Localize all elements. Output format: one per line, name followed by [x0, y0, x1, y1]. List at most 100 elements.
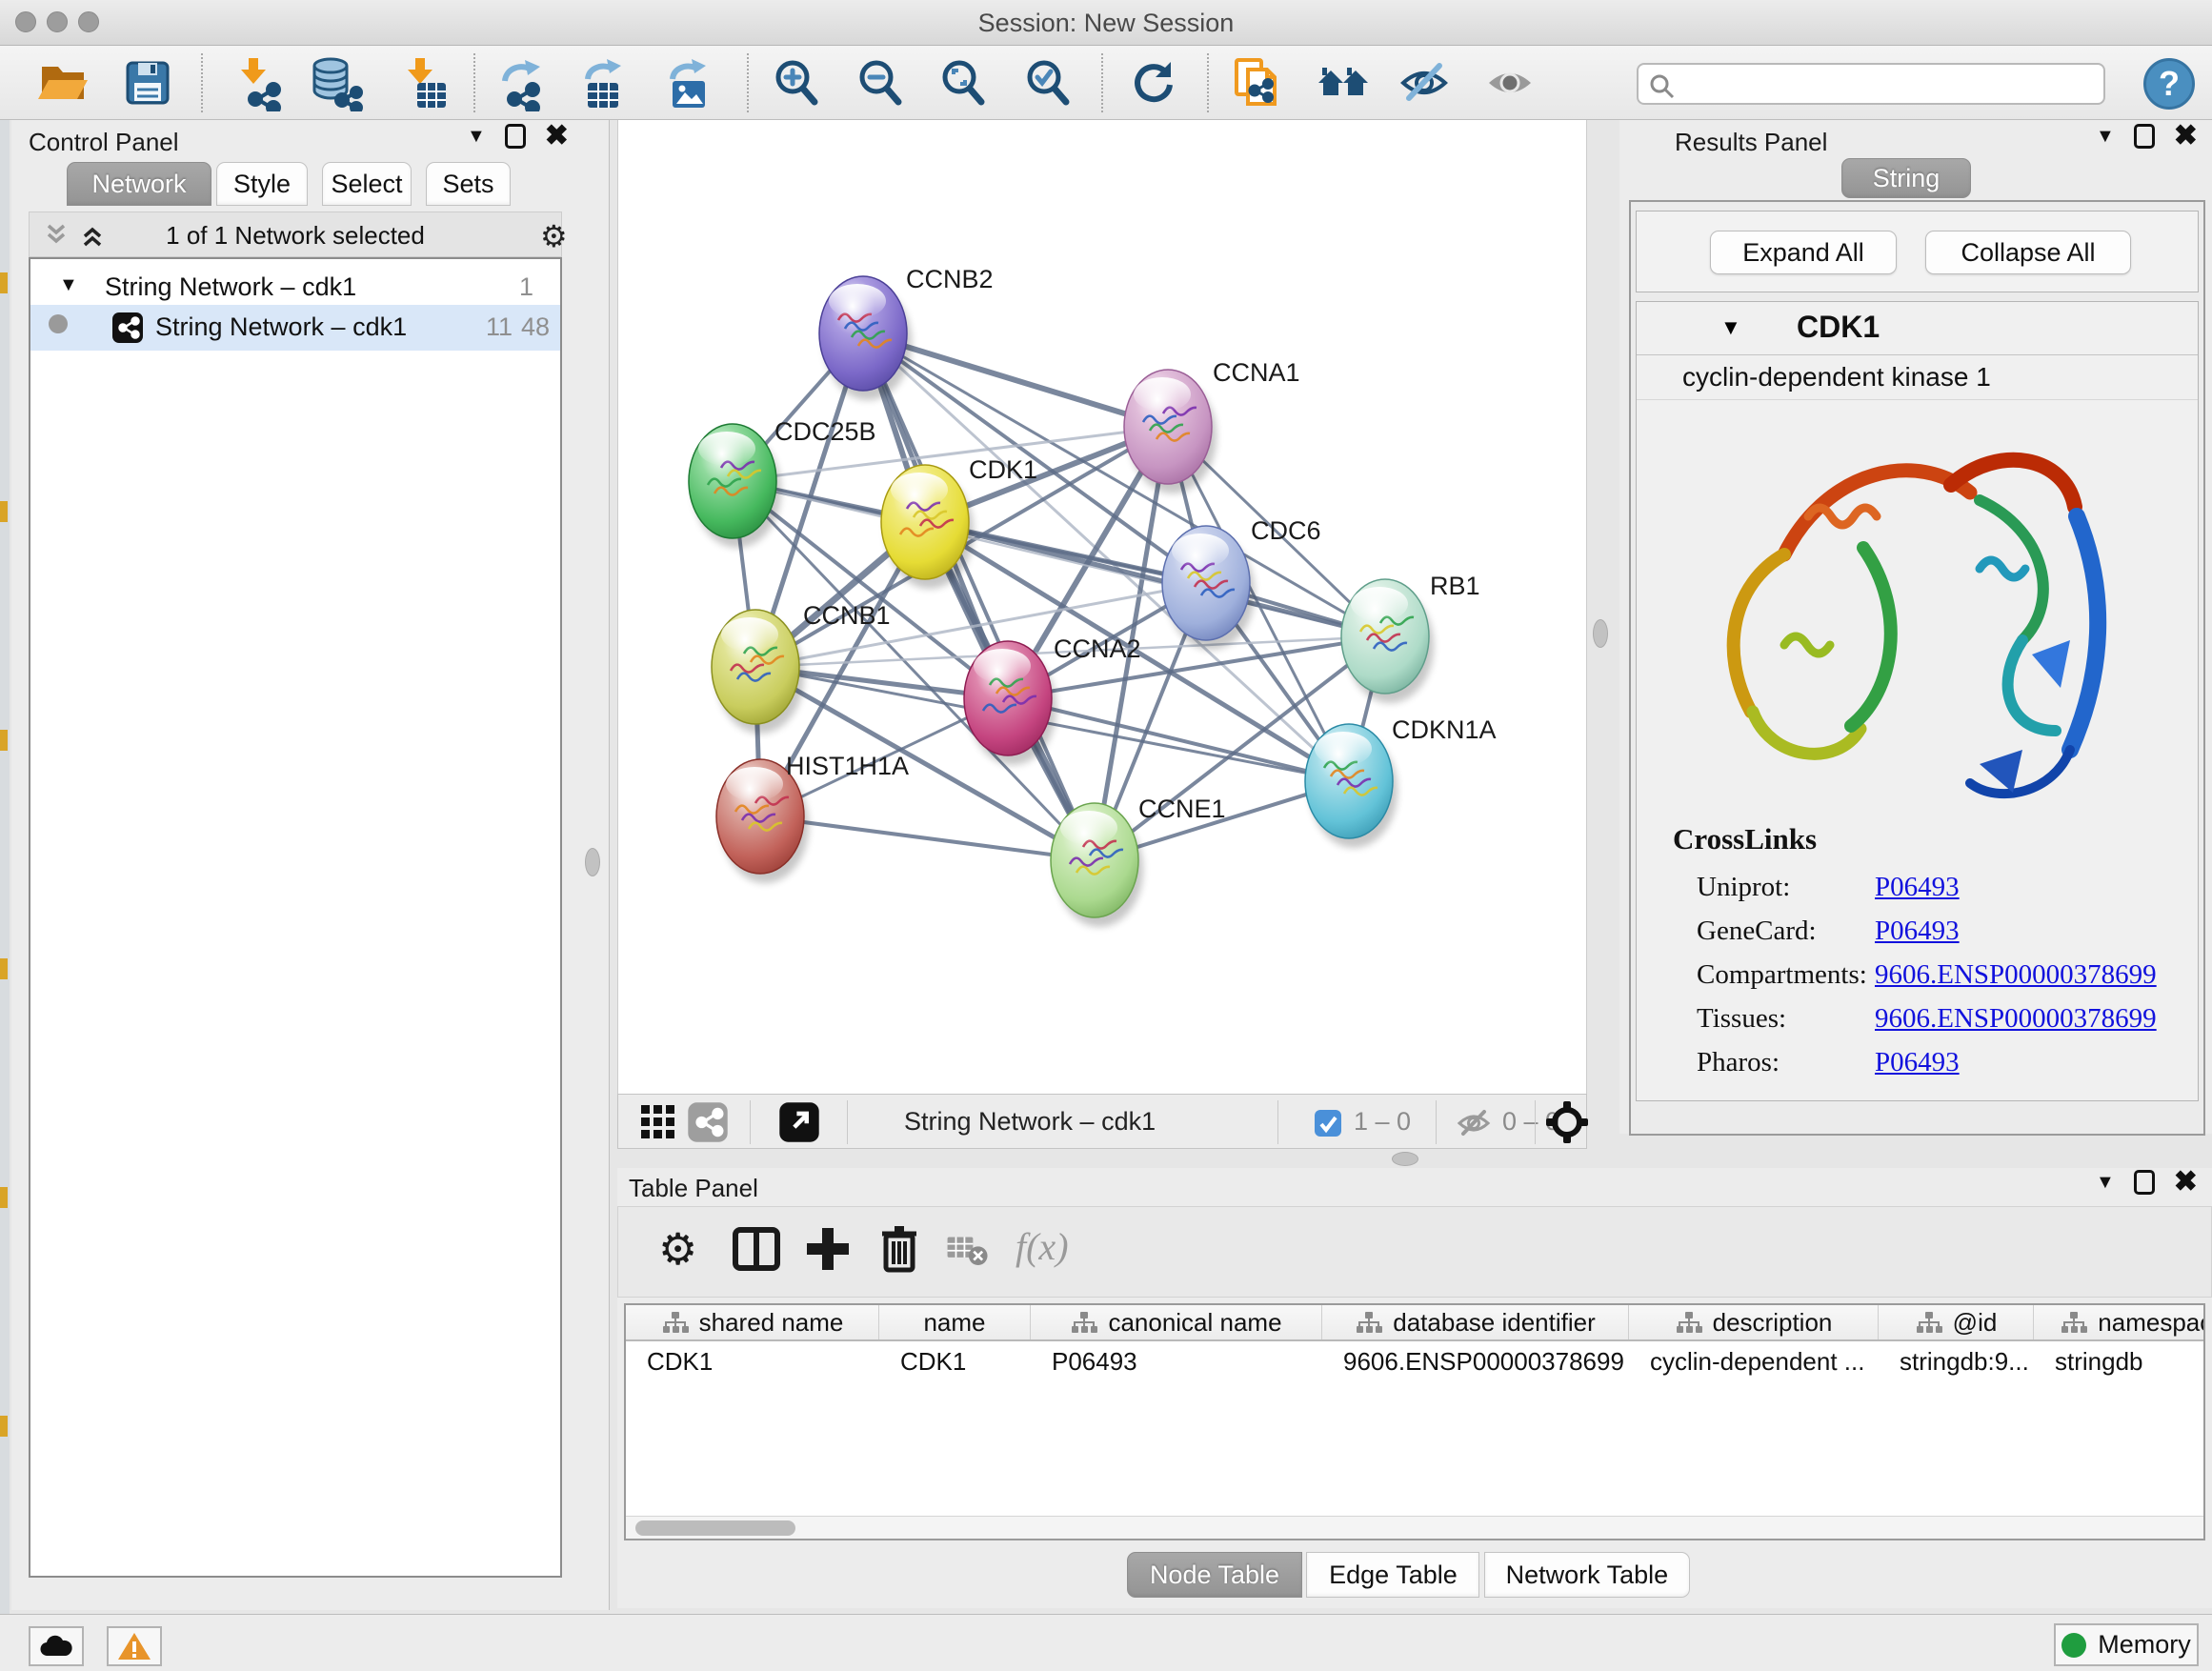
- scrollbar-thumb[interactable]: [635, 1520, 795, 1536]
- tab-network[interactable]: Network: [67, 162, 211, 206]
- show-columns-icon[interactable]: [730, 1222, 783, 1276]
- table-settings-gear-icon[interactable]: ⚙: [658, 1222, 712, 1276]
- warning-button[interactable]: [107, 1626, 162, 1666]
- collapse-panel-icon[interactable]: ▼: [2096, 126, 2115, 148]
- table-cell[interactable]: cyclin-dependent ...: [1629, 1347, 1879, 1391]
- tab-style[interactable]: Style: [216, 162, 308, 206]
- table-cell[interactable]: stringdb: [2034, 1347, 2205, 1391]
- column-header-canonical-name[interactable]: canonical name: [1031, 1305, 1322, 1339]
- search-input[interactable]: [1682, 67, 2092, 101]
- table-cell[interactable]: 9606.ENSP00000378699: [1322, 1347, 1629, 1391]
- tab-node-table[interactable]: Node Table: [1127, 1552, 1302, 1598]
- node-CCNE1[interactable]: CCNE1: [1051, 795, 1226, 927]
- float-panel-icon[interactable]: [2134, 1170, 2155, 1195]
- bottom-splitter-handle[interactable]: [1392, 1152, 1418, 1166]
- column-header-name[interactable]: name: [879, 1305, 1031, 1339]
- network-canvas[interactable]: CCNB2CCNA1CDC25BCDK1CDC6RB1CCNB1CCNA2CDK…: [617, 120, 1587, 1094]
- tab-edge-table[interactable]: Edge Table: [1306, 1552, 1479, 1598]
- save-session-icon[interactable]: [119, 54, 176, 111]
- collapse-panel-icon[interactable]: ▼: [2096, 1172, 2115, 1194]
- crosslink-link[interactable]: P06493: [1875, 1047, 1960, 1078]
- float-panel-icon[interactable]: [2134, 124, 2155, 149]
- network-view-icon[interactable]: [687, 1101, 729, 1143]
- collapse-panel-icon[interactable]: ▼: [467, 126, 486, 148]
- edge-CCNB2-CCNE1[interactable]: [863, 333, 1095, 860]
- table-cell[interactable]: P06493: [1031, 1347, 1322, 1391]
- crosslink-link[interactable]: 9606.ENSP00000378699: [1875, 1003, 2157, 1035]
- tab-string[interactable]: String: [1841, 158, 1971, 198]
- detach-view-icon[interactable]: [778, 1101, 820, 1143]
- node-label-HIST1H1A: HIST1H1A: [786, 752, 909, 780]
- column-header-shared-name[interactable]: shared name: [626, 1305, 879, 1339]
- tab-select[interactable]: Select: [322, 162, 412, 206]
- delete-column-icon[interactable]: [873, 1222, 926, 1276]
- clone-network-icon[interactable]: [1229, 54, 1286, 111]
- open-session-icon[interactable]: [34, 54, 91, 111]
- export-image-icon[interactable]: [659, 54, 716, 111]
- column-header-description[interactable]: description: [1629, 1305, 1879, 1339]
- close-panel-icon[interactable]: ✖: [545, 124, 569, 149]
- import-network-file-icon[interactable]: [228, 54, 285, 111]
- node-CDC6[interactable]: CDC6: [1162, 516, 1321, 650]
- column-header--id[interactable]: @id: [1879, 1305, 2034, 1339]
- crosslink-link[interactable]: P06493: [1875, 872, 1960, 903]
- help-button[interactable]: ?: [2143, 58, 2195, 110]
- close-panel-icon[interactable]: ✖: [2174, 124, 2198, 149]
- gene-card-header[interactable]: ▼ CDK1: [1637, 302, 2198, 355]
- table-cell[interactable]: CDK1: [626, 1347, 879, 1391]
- node-CDKN1A[interactable]: CDKN1A: [1305, 715, 1497, 848]
- cloud-button[interactable]: [29, 1626, 84, 1666]
- left-splitter-handle[interactable]: [585, 848, 600, 876]
- hide-selected-icon[interactable]: [1396, 54, 1453, 111]
- node-CDK1[interactable]: CDK1: [881, 455, 1037, 589]
- crosslink-link[interactable]: P06493: [1875, 916, 1960, 947]
- close-panel-icon[interactable]: ✖: [2174, 1170, 2198, 1195]
- table-cell[interactable]: CDK1: [879, 1347, 1031, 1391]
- zoom-selected-icon[interactable]: [1019, 54, 1076, 111]
- export-table-icon[interactable]: [574, 54, 632, 111]
- desktop-edge-dash: [0, 958, 8, 979]
- network-graph[interactable]: CCNB2CCNA1CDC25BCDK1CDC6RB1CCNB1CCNA2CDK…: [618, 120, 1588, 1094]
- right-splitter-handle[interactable]: [1593, 619, 1608, 648]
- network-options-gear-icon[interactable]: ⚙: [540, 218, 568, 254]
- search-field[interactable]: [1637, 63, 2105, 105]
- hidden-eye-icon[interactable]: [1455, 1106, 1493, 1140]
- tab-network-table[interactable]: Network Table: [1484, 1552, 1690, 1598]
- tab-sets[interactable]: Sets: [426, 162, 511, 206]
- show-all-icon[interactable]: [1481, 54, 1538, 111]
- gene-expander-icon[interactable]: ▼: [1720, 315, 1741, 340]
- column-header-namespace[interactable]: namespace: [2034, 1305, 2205, 1339]
- first-neighbors-icon[interactable]: [1315, 54, 1372, 111]
- table-horizontal-scrollbar[interactable]: [626, 1516, 2203, 1539]
- zoom-out-icon[interactable]: [852, 54, 909, 111]
- zoom-in-icon[interactable]: [768, 54, 825, 111]
- edge-HIST1H1A-CCNE1[interactable]: [760, 816, 1095, 860]
- node-CCNB1[interactable]: CCNB1: [712, 601, 891, 734]
- selected-checkbox-icon[interactable]: [1314, 1109, 1342, 1137]
- network-row[interactable]: String Network – cdk1 11 48: [30, 305, 560, 351]
- grid-view-icon[interactable]: [639, 1103, 677, 1141]
- zoom-fit-icon[interactable]: [935, 54, 992, 111]
- refresh-layout-icon[interactable]: [1125, 54, 1182, 111]
- crosslink-link[interactable]: 9606.ENSP00000378699: [1875, 959, 2157, 991]
- function-builder-icon[interactable]: f(x): [1016, 1222, 1120, 1276]
- node-RB1[interactable]: RB1: [1341, 572, 1480, 703]
- birds-eye-view-icon[interactable]: [1546, 1101, 1588, 1143]
- node-CCNA1[interactable]: CCNA1: [1124, 358, 1300, 493]
- export-network-icon[interactable]: [493, 54, 551, 111]
- titlebar: Session: New Session: [0, 0, 2212, 46]
- node-CDC25B[interactable]: CDC25B: [689, 417, 876, 548]
- collection-expander-icon[interactable]: ▼: [59, 274, 78, 296]
- node-HIST1H1A[interactable]: HIST1H1A: [716, 752, 909, 883]
- column-header-database-identifier[interactable]: database identifier: [1322, 1305, 1629, 1339]
- expand-all-button[interactable]: Expand All: [1710, 231, 1897, 274]
- node-CCNB2[interactable]: CCNB2: [819, 265, 994, 400]
- delete-table-icon[interactable]: [944, 1222, 992, 1276]
- table-cell[interactable]: stringdb:9...: [1879, 1347, 2034, 1391]
- float-panel-icon[interactable]: [505, 124, 526, 149]
- create-column-icon[interactable]: [801, 1222, 855, 1276]
- import-table-file-icon[interactable]: [394, 54, 452, 111]
- memory-button[interactable]: Memory: [2054, 1623, 2199, 1666]
- import-network-database-icon[interactable]: [307, 54, 364, 111]
- collapse-all-button[interactable]: Collapse All: [1925, 231, 2131, 274]
